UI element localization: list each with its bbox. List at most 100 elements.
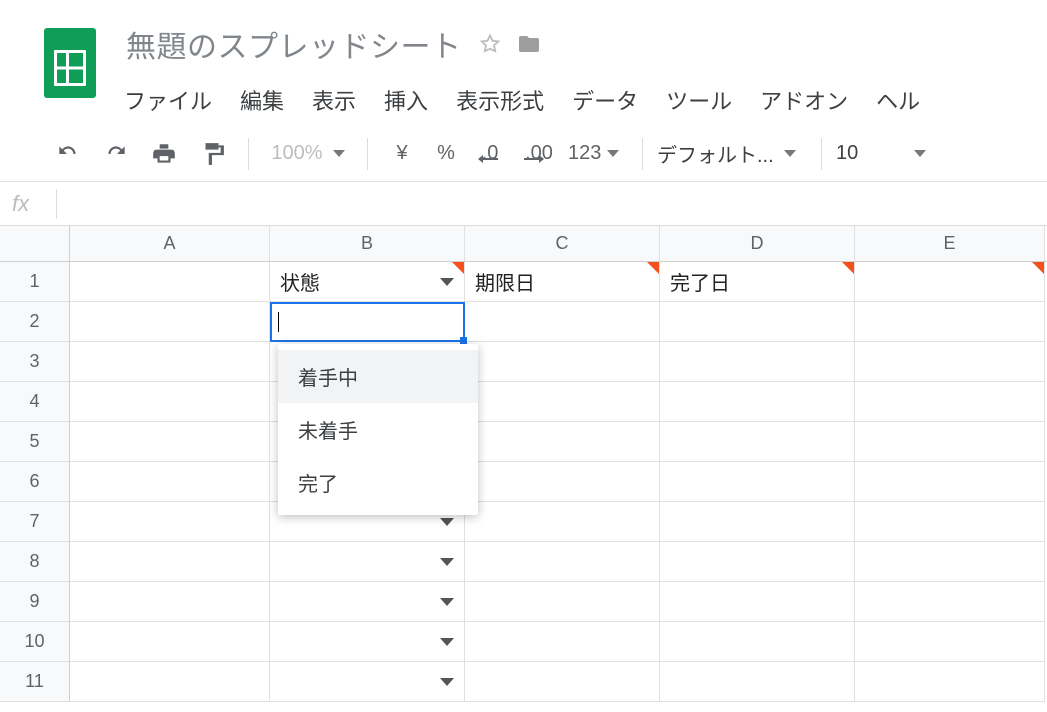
cell-e7[interactable] — [855, 502, 1045, 542]
cell-a9[interactable] — [70, 582, 270, 622]
column-header-e[interactable]: E — [855, 226, 1045, 261]
dropdown-arrow-icon[interactable] — [440, 638, 454, 646]
cell-a8[interactable] — [70, 542, 270, 582]
cell-d8[interactable] — [660, 542, 855, 582]
row-header-5[interactable]: 5 — [0, 422, 70, 462]
cell-c6[interactable] — [465, 462, 660, 502]
print-button[interactable] — [142, 134, 186, 174]
cell-c11[interactable] — [465, 662, 660, 702]
column-header-a[interactable]: A — [70, 226, 270, 261]
cell-a6[interactable] — [70, 462, 270, 502]
formula-input[interactable] — [67, 182, 1047, 225]
cell-c2[interactable] — [465, 302, 660, 342]
cell-a5[interactable] — [70, 422, 270, 462]
menu-file[interactable]: ファイル — [124, 84, 212, 116]
dropdown-arrow-icon[interactable] — [440, 598, 454, 606]
cell-b1[interactable]: 状態 — [270, 262, 465, 302]
cell-c5[interactable] — [465, 422, 660, 462]
currency-button[interactable]: ¥ — [382, 142, 422, 165]
menu-data[interactable]: データ — [572, 84, 638, 116]
redo-button[interactable] — [94, 134, 138, 174]
cell-d6[interactable] — [660, 462, 855, 502]
cell-e6[interactable] — [855, 462, 1045, 502]
row-header-1[interactable]: 1 — [0, 262, 70, 302]
cell-c8[interactable] — [465, 542, 660, 582]
row-header-3[interactable]: 3 — [0, 342, 70, 382]
cell-e5[interactable] — [855, 422, 1045, 462]
cell-e2[interactable] — [855, 302, 1045, 342]
cell-a4[interactable] — [70, 382, 270, 422]
cell-c9[interactable] — [465, 582, 660, 622]
cell-c10[interactable] — [465, 622, 660, 662]
column-header-b[interactable]: B — [270, 226, 465, 261]
cell-e9[interactable] — [855, 582, 1045, 622]
cell-d7[interactable] — [660, 502, 855, 542]
cell-d5[interactable] — [660, 422, 855, 462]
dropdown-arrow-icon[interactable] — [440, 558, 454, 566]
cell-b9[interactable] — [270, 582, 465, 622]
percent-button[interactable]: % — [426, 142, 466, 165]
column-header-d[interactable]: D — [660, 226, 855, 261]
cell-a1[interactable] — [70, 262, 270, 302]
menu-view[interactable]: 表示 — [312, 84, 356, 116]
row-header-7[interactable]: 7 — [0, 502, 70, 542]
zoom-select[interactable]: 100% — [263, 142, 353, 165]
cell-d4[interactable] — [660, 382, 855, 422]
cell-a10[interactable] — [70, 622, 270, 662]
cell-d3[interactable] — [660, 342, 855, 382]
cell-c4[interactable] — [465, 382, 660, 422]
cell-b8[interactable] — [270, 542, 465, 582]
font-size-select[interactable]: 10 — [836, 142, 926, 165]
cell-e10[interactable] — [855, 622, 1045, 662]
row-header-9[interactable]: 9 — [0, 582, 70, 622]
row-header-8[interactable]: 8 — [0, 542, 70, 582]
folder-icon[interactable] — [516, 32, 542, 56]
number-format-select[interactable]: 123 — [568, 142, 628, 165]
menu-edit[interactable]: 編集 — [240, 84, 284, 116]
dropdown-arrow-icon[interactable] — [440, 518, 454, 526]
increase-decimal-button[interactable]: .00 — [514, 142, 564, 165]
row-header-10[interactable]: 10 — [0, 622, 70, 662]
cell-b10[interactable] — [270, 622, 465, 662]
cell-c3[interactable] — [465, 342, 660, 382]
cell-e4[interactable] — [855, 382, 1045, 422]
dropdown-arrow-icon[interactable] — [440, 278, 454, 286]
cell-d2[interactable] — [660, 302, 855, 342]
undo-button[interactable] — [46, 134, 90, 174]
cell-a11[interactable] — [70, 662, 270, 702]
dropdown-option[interactable]: 着手中 — [278, 350, 478, 403]
dropdown-option[interactable]: 完了 — [278, 456, 478, 509]
cell-e11[interactable] — [855, 662, 1045, 702]
document-title[interactable]: 無題のスプレッドシート — [124, 18, 464, 70]
cell-d1[interactable]: 完了日 — [660, 262, 855, 302]
cell-c1[interactable]: 期限日 — [465, 262, 660, 302]
row-header-4[interactable]: 4 — [0, 382, 70, 422]
menu-addons[interactable]: アドオン — [760, 84, 848, 116]
star-icon[interactable] — [478, 32, 502, 56]
menu-format[interactable]: 表示形式 — [456, 84, 544, 116]
dropdown-option[interactable]: 未着手 — [278, 403, 478, 456]
cell-b11[interactable] — [270, 662, 465, 702]
cell-a2[interactable] — [70, 302, 270, 342]
paint-format-button[interactable] — [190, 134, 234, 174]
cell-e3[interactable] — [855, 342, 1045, 382]
cell-c7[interactable] — [465, 502, 660, 542]
dropdown-arrow-icon[interactable] — [440, 678, 454, 686]
cell-d9[interactable] — [660, 582, 855, 622]
cell-b2[interactable] — [270, 302, 465, 342]
row-header-6[interactable]: 6 — [0, 462, 70, 502]
menu-insert[interactable]: 挿入 — [384, 84, 428, 116]
row-header-2[interactable]: 2 — [0, 302, 70, 342]
cell-e8[interactable] — [855, 542, 1045, 582]
column-header-c[interactable]: C — [465, 226, 660, 261]
cell-a3[interactable] — [70, 342, 270, 382]
select-all-corner[interactable] — [0, 226, 70, 261]
cell-d11[interactable] — [660, 662, 855, 702]
cell-e1[interactable] — [855, 262, 1045, 302]
cell-a7[interactable] — [70, 502, 270, 542]
cell-d10[interactable] — [660, 622, 855, 662]
font-select[interactable]: デフォルト... — [657, 139, 807, 168]
menu-help[interactable]: ヘル — [876, 84, 920, 116]
decrease-decimal-button[interactable]: .0 — [470, 142, 510, 165]
menu-tools[interactable]: ツール — [666, 84, 732, 116]
